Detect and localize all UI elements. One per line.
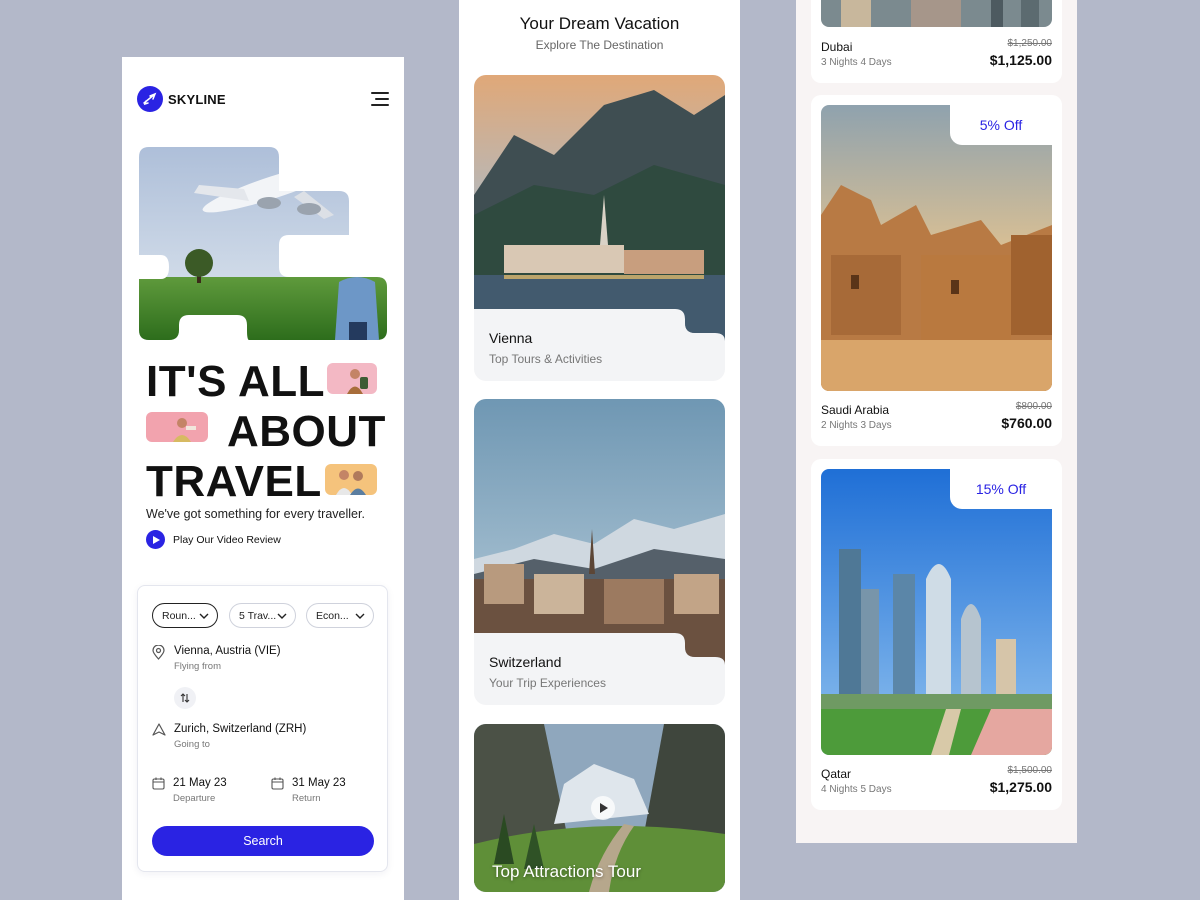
saudi-arabia-image xyxy=(821,105,1052,391)
dubai-image xyxy=(821,0,1052,27)
home-screen: SKYLINE IT'S ALL ABOUT TRAVEL We've got … xyxy=(122,57,404,900)
headline-line-3: TRAVEL xyxy=(146,457,322,506)
package-old-price: $800.00 xyxy=(1015,401,1052,412)
cabin-class-value: Econ... xyxy=(316,609,349,622)
play-icon[interactable] xyxy=(591,796,615,820)
swap-icon[interactable] xyxy=(174,687,196,709)
switzerland-label: Switzerland Your Trip Experiences xyxy=(489,654,606,690)
traveller-thumbnail-3 xyxy=(325,464,377,495)
destination-field[interactable]: Zurich, Switzerland (ZRH) Going to xyxy=(152,723,306,750)
play-icon xyxy=(146,530,165,549)
destination-name: Vienna xyxy=(489,330,533,346)
package-old-price: $1,250.00 xyxy=(1007,38,1053,49)
chevron-down-icon xyxy=(355,613,365,619)
return-date-field[interactable]: 31 May 23 Return xyxy=(271,777,346,804)
package-card-saudi-arabia[interactable]: 5% Off Saudi Arabia 2 Nights 3 Days $800… xyxy=(811,95,1062,446)
package-price: $760.00 xyxy=(1001,415,1052,431)
destination-card-switzerland[interactable]: Switzerland Your Trip Experiences xyxy=(474,399,725,705)
hero-image xyxy=(139,147,387,340)
package-card-qatar[interactable]: 15% Off Qatar 4 Nights 5 Days $1,500.00 … xyxy=(811,459,1062,810)
package-info: Dubai 3 Nights 4 Days $1,250.00 $1,125.0… xyxy=(821,38,1053,68)
packages-screen: Dubai 3 Nights 4 Days $1,250.00 $1,125.0… xyxy=(796,0,1077,843)
video-title: Top Attractions Tour xyxy=(492,862,641,881)
destination-description: Your Trip Experiences xyxy=(489,676,606,690)
trip-type-value: Roun... xyxy=(162,609,196,622)
calendar-icon xyxy=(271,777,284,790)
location-pin-icon xyxy=(152,645,165,660)
flight-search-form: Roun... 5 Trav... Econ... Vienna, Austri… xyxy=(137,585,388,872)
departure-date-field[interactable]: 21 May 23 Departure xyxy=(152,777,227,804)
top-bar: SKYLINE xyxy=(137,85,389,113)
menu-icon[interactable] xyxy=(371,92,389,106)
headline-line-2: ABOUT xyxy=(227,407,386,456)
trip-type-dropdown[interactable]: Roun... xyxy=(152,603,218,628)
calendar-icon xyxy=(152,777,165,790)
destination-card-vienna[interactable]: Vienna Top Tours & Activities xyxy=(474,75,725,381)
attractions-video-card[interactable]: Top Attractions Tour xyxy=(474,724,725,892)
destinations-screen: Your Dream Vacation Explore The Destinat… xyxy=(459,0,740,900)
departure-date-value: 21 May 23 xyxy=(173,777,227,789)
tagline: We've got something for every traveller. xyxy=(146,507,365,521)
origin-field[interactable]: Vienna, Austria (VIE) Flying from xyxy=(152,645,281,672)
destination-name: Switzerland xyxy=(489,654,562,670)
navigation-icon xyxy=(152,723,166,736)
chevron-down-icon xyxy=(277,613,287,619)
package-info: Saudi Arabia 2 Nights 3 Days $800.00 $76… xyxy=(821,401,1052,431)
traveller-thumbnail-2 xyxy=(146,412,208,442)
cabin-class-dropdown[interactable]: Econ... xyxy=(306,603,374,628)
logo[interactable] xyxy=(137,86,163,112)
vienna-label: Vienna Top Tours & Activities xyxy=(489,330,602,366)
package-old-price: $1,500.00 xyxy=(1007,765,1053,776)
qatar-image xyxy=(821,469,1052,755)
travellers-value: 5 Trav... xyxy=(239,609,277,622)
headline-line-1: IT'S ALL xyxy=(146,357,326,406)
travellers-dropdown[interactable]: 5 Trav... xyxy=(229,603,296,628)
destination-value: Zurich, Switzerland (ZRH) xyxy=(174,723,307,735)
destinations-title: Your Dream Vacation xyxy=(519,14,680,33)
chevron-down-icon xyxy=(199,613,209,619)
plane-icon xyxy=(143,92,157,106)
return-date-label: Return xyxy=(292,793,321,804)
discount-badge: 5% Off xyxy=(950,105,1052,145)
play-video-label: Play Our Video Review xyxy=(173,533,281,546)
traveller-thumbnail-1 xyxy=(327,363,377,394)
departure-date-label: Departure xyxy=(173,793,216,804)
search-button[interactable]: Search xyxy=(152,826,374,856)
brand-name: SKYLINE xyxy=(168,91,226,107)
origin-label: Flying from xyxy=(174,661,221,672)
discount-badge: 15% Off xyxy=(950,469,1052,509)
return-date-value: 31 May 23 xyxy=(292,777,346,789)
destination-label: Going to xyxy=(174,739,210,750)
destination-description: Top Tours & Activities xyxy=(489,352,603,366)
package-price: $1,125.00 xyxy=(989,52,1052,68)
package-price: $1,275.00 xyxy=(989,779,1052,795)
package-info: Qatar 4 Nights 5 Days $1,500.00 $1,275.0… xyxy=(821,765,1053,795)
package-card-dubai[interactable]: Dubai 3 Nights 4 Days $1,250.00 $1,125.0… xyxy=(811,0,1062,83)
play-video-link[interactable]: Play Our Video Review xyxy=(146,530,281,549)
origin-value: Vienna, Austria (VIE) xyxy=(174,645,281,657)
destinations-subtitle: Explore The Destination xyxy=(535,38,664,52)
